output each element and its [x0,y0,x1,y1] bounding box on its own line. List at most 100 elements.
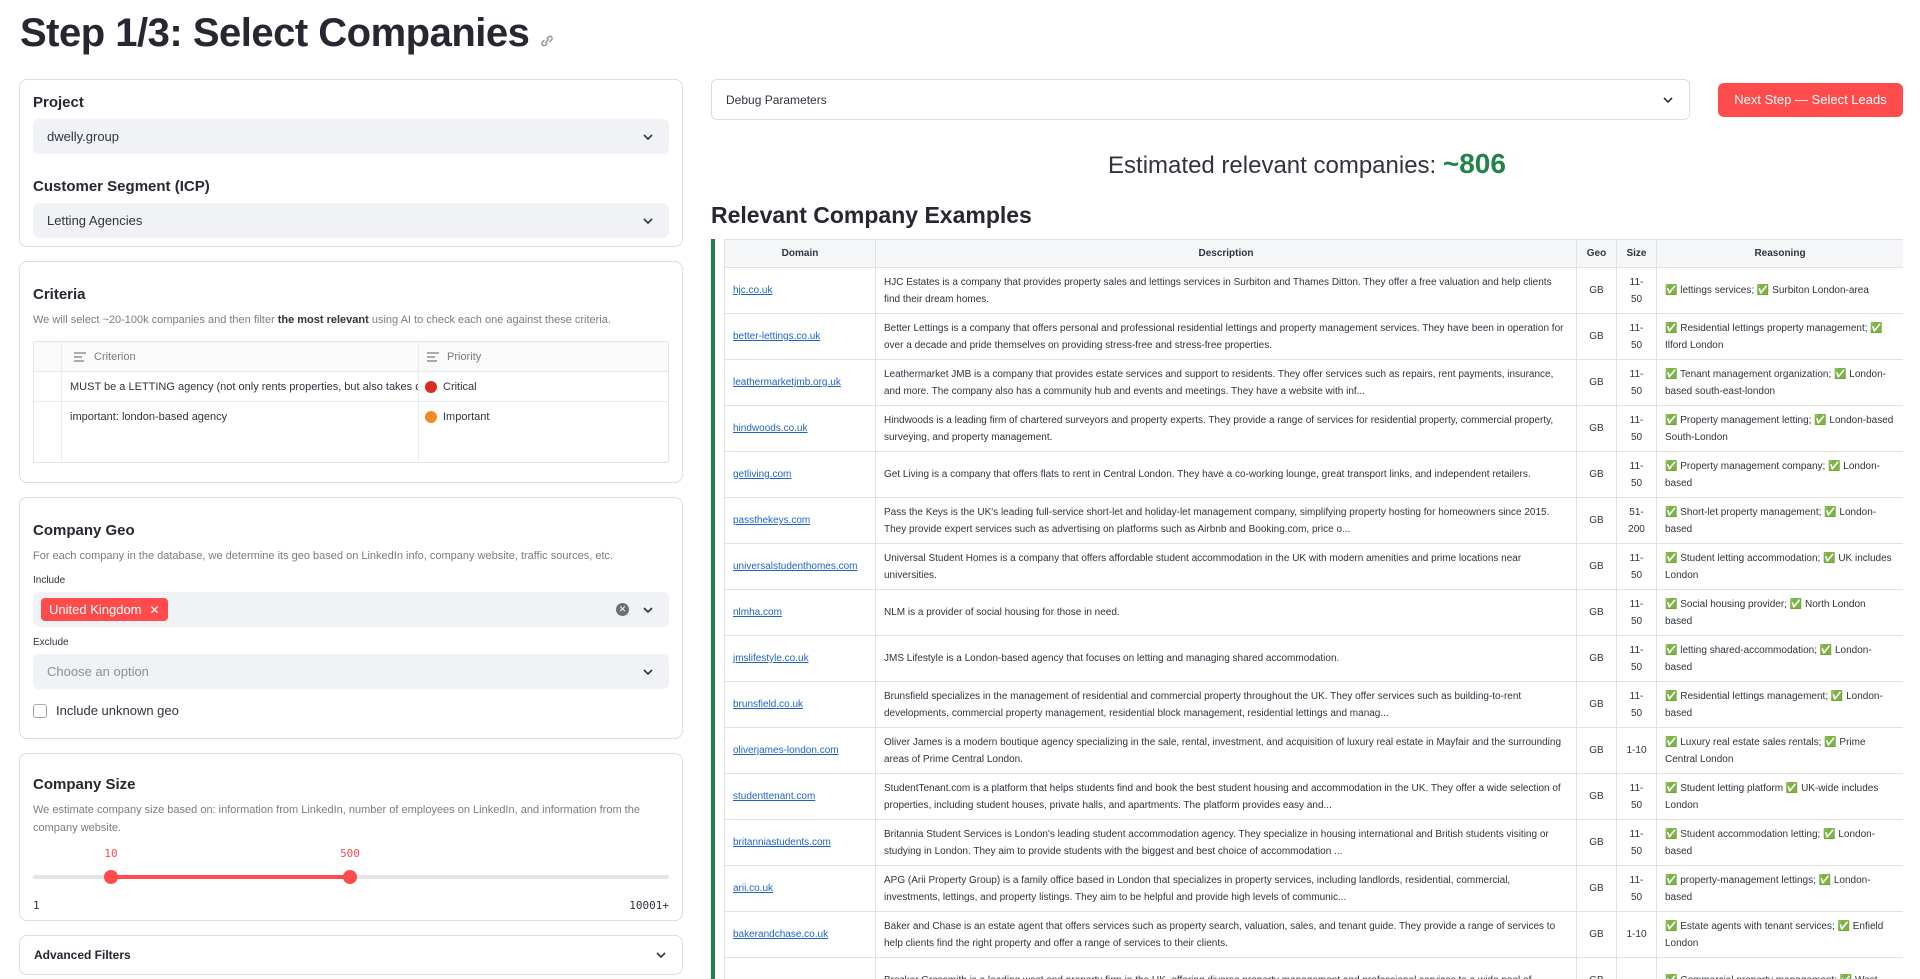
table-row[interactable]: arii.co.uk APG (Arii Property Group) is a… [724,865,1903,912]
domain-link[interactable]: passthekeys.com [724,497,876,544]
reasoning-cell: ✅ Student letting accommodation; ✅ UK in… [1656,543,1903,590]
advanced-filters-expander[interactable]: Advanced Filters [19,935,683,975]
slider-low-thumb[interactable] [104,870,118,884]
project-panel: Project dwelly.group Customer Segment (I… [19,79,683,247]
debug-parameters-expander[interactable]: Debug Parameters [711,79,1690,120]
geo-hint: For each company in the database, we det… [33,550,614,562]
table-row[interactable]: oliverjames-london.com Oliver James is a … [724,727,1903,774]
description-cell: StudentTenant.com is a platform that hel… [875,773,1577,820]
anchor-link-icon[interactable] [539,14,555,59]
estimate-value: ~806 [1442,148,1506,179]
table-row[interactable]: universalstudenthomes.com Universal Stude… [724,543,1903,590]
reasoning-cell-text: ✅ Social housing provider; ✅ North Londo… [1665,598,1866,627]
chevron-down-icon [643,133,653,140]
table-row[interactable]: hjc.co.uk HJC Estates is a company that p… [724,267,1903,314]
next-step-button[interactable]: Next Step — Select Leads [1718,82,1903,117]
table-row[interactable]: jmslifestyle.co.uk JMS Lifestyle is a Lon… [724,635,1903,682]
country-chip[interactable]: United Kingdom ✕ [41,598,168,621]
priority-cell[interactable]: Important [419,402,668,432]
reasoning-cell-text: ✅ lettings services; ✅ Surbiton London-a… [1665,285,1869,296]
remove-chip-icon[interactable]: ✕ [150,603,160,617]
description-cell: Brunsfield specializes in the management… [875,681,1577,728]
criterion-cell[interactable]: important: london-based agency [62,402,419,432]
domain-link[interactable] [724,957,876,979]
geo-cell: GB [1576,497,1617,544]
table-row[interactable]: studenttenant.com StudentTenant.com is a … [724,773,1903,820]
table-row[interactable]: bakerandchase.co.uk Baker and Chase is an… [724,911,1903,958]
domain-link[interactable]: nlmha.com [724,589,876,636]
geo-cell: GB [1576,819,1617,866]
size-hint: We estimate company size based on: infor… [33,804,640,834]
domain-link[interactable]: getliving.com [724,451,876,498]
geo-cell: GB [1576,773,1617,820]
exclude-multiselect[interactable]: Choose an option [33,654,669,689]
column-header-domain[interactable]: Domain [724,239,876,268]
geo-panel: Company Geo For each company in the data… [19,497,683,739]
domain-link[interactable]: hindwoods.co.uk [724,405,876,452]
reasoning-cell-text: ✅ Luxury real estate sales rentals; ✅ Pr… [1665,736,1866,765]
table-row[interactable]: leathermarketjmb.org.uk Leathermarket JMB… [724,359,1903,406]
criterion-header-text: Criterion [94,350,136,363]
criterion-cell[interactable]: MUST be a LETTING agency (not only rents… [62,372,419,401]
row-index-cell [34,432,62,462]
row-index-cell [34,372,62,401]
domain-link[interactable]: bakerandchase.co.uk [724,911,876,958]
reasoning-cell: ✅ Social housing provider; ✅ North Londo… [1656,589,1903,636]
column-header-size[interactable]: Size [1616,239,1657,268]
reasoning-cell: ✅ Property management letting; ✅ London-… [1656,405,1903,452]
table-row[interactable]: Brocker Grossmith is a leading west end … [724,957,1903,979]
domain-link[interactable]: arii.co.uk [724,865,876,912]
unknown-geo-checkbox[interactable] [33,703,47,718]
column-header-description[interactable]: Description [875,239,1577,268]
domain-link[interactable]: hjc.co.uk [724,267,876,314]
domain-link[interactable]: leathermarketjmb.org.uk [724,359,876,406]
priority-cell[interactable] [419,432,668,462]
country-chip-label: United Kingdom [49,602,142,617]
clear-icon[interactable]: ✕ [616,603,629,616]
table-row[interactable]: britanniastudents.com Britannia Student S… [724,819,1903,866]
column-header-geo[interactable]: Geo [1576,239,1617,268]
table-row[interactable]: hindwoods.co.uk Hindwoods is a leading fi… [724,405,1903,452]
reasoning-cell: ✅ property-management lettings; ✅ London… [1656,865,1903,912]
reasoning-cell: ✅ Short-let property management; ✅ Londo… [1656,497,1903,544]
criteria-empty-row[interactable] [34,432,668,462]
description-cell: Oliver James is a modern boutique agency… [875,727,1577,774]
criterion-column-header[interactable]: Criterion [62,342,419,371]
size-range-slider[interactable]: 10 500 1 10001+ [33,845,669,917]
description-cell-text: JMS Lifestyle is a London-based agency t… [884,653,1340,664]
priority-dot-icon [425,380,437,393]
domain-link[interactable]: oliverjames-london.com [724,727,876,774]
table-row[interactable]: passthekeys.com Pass the Keys is the UK's… [724,497,1903,544]
table-row[interactable]: getliving.com Get Living is a company tha… [724,451,1903,498]
table-row[interactable]: brunsfield.co.uk Brunsfield specializes i… [724,681,1903,728]
description-cell-text: StudentTenant.com is a platform that hel… [884,782,1561,811]
description-cell: Pass the Keys is the UK's leading full-s… [875,497,1577,544]
include-multiselect[interactable]: United Kingdom ✕ ✕ [33,592,669,627]
column-header-reasoning[interactable]: Reasoning [1656,239,1903,268]
priority-cell[interactable]: Critical [419,372,668,401]
table-row[interactable]: nlmha.com NLM is a provider of social hou… [724,589,1903,636]
criteria-row[interactable]: important: london-based agency Important [34,402,668,432]
criteria-table[interactable]: Criterion Priority MUST be a LETTING age… [33,341,669,463]
domain-link[interactable]: universalstudenthomes.com [724,543,876,590]
size-cell: 51-200 [1616,497,1657,544]
reasoning-cell-text: ✅ Student letting accommodation; ✅ UK in… [1665,552,1892,581]
domain-link[interactable]: studenttenant.com [724,773,876,820]
domain-link[interactable]: jmslifestyle.co.uk [724,635,876,682]
geo-cell: GB [1576,543,1617,590]
domain-link[interactable]: brunsfield.co.uk [724,681,876,728]
domain-link[interactable]: better-lettings.co.uk [724,313,876,360]
priority-column-header[interactable]: Priority [419,342,668,371]
examples-table-container[interactable]: Domain Description Geo Size Reasoning hjc.co… [711,239,1903,979]
segment-select[interactable]: Letting Agencies [33,203,669,238]
criteria-hint-text-end: using AI to check each one against these… [368,314,611,326]
unknown-geo-checkbox-row[interactable]: Include unknown geo [33,703,669,718]
criterion-cell[interactable] [62,432,419,462]
criteria-row[interactable]: MUST be a LETTING agency (not only rents… [34,372,668,402]
domain-link[interactable]: britanniastudents.com [724,819,876,866]
size-cell: 11-50 [1616,543,1657,590]
project-select[interactable]: dwelly.group [33,119,669,154]
slider-high-thumb[interactable] [343,870,357,884]
table-row[interactable]: better-lettings.co.uk Better Lettings is … [724,313,1903,360]
description-cell-text: Universal Student Homes is a company tha… [884,552,1522,581]
